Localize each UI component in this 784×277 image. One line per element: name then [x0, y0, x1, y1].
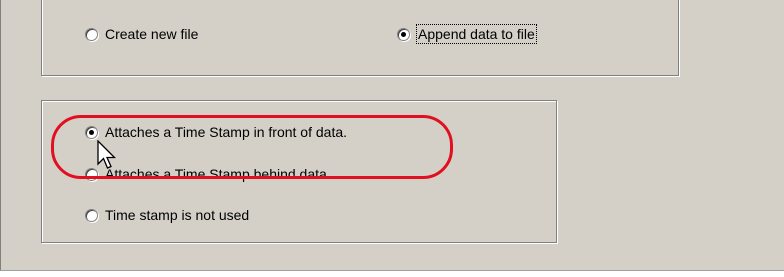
radio-label: Attaches a Time Stamp behind data. — [105, 166, 331, 182]
radio-label: Time stamp is not used — [105, 207, 250, 223]
radio-create-new-file[interactable]: Create new file — [85, 24, 198, 44]
radio-button-icon[interactable] — [85, 208, 98, 222]
radio-time-stamp-behind[interactable]: Attaches a Time Stamp behind data. — [85, 164, 331, 184]
radio-button-icon[interactable] — [85, 27, 98, 41]
radio-button-checked-icon[interactable] — [397, 27, 410, 41]
radio-time-stamp-front[interactable]: Attaches a Time Stamp in front of data. — [85, 122, 347, 142]
radio-time-stamp-not-used[interactable]: Time stamp is not used — [85, 205, 249, 225]
radio-label: Attaches a Time Stamp in front of data. — [105, 124, 348, 140]
dialog-panel: Create new file Append data to file Atta… — [0, 0, 784, 270]
bottom-edge — [0, 270, 784, 271]
radio-button-checked-icon[interactable] — [85, 125, 98, 139]
file-mode-group: Create new file Append data to file — [41, 0, 679, 76]
radio-label: Append data to file — [416, 24, 537, 44]
arrow-cursor-icon — [97, 140, 117, 169]
radio-label: Create new file — [105, 26, 199, 42]
radio-append-data-to-file[interactable]: Append data to file — [397, 24, 537, 44]
